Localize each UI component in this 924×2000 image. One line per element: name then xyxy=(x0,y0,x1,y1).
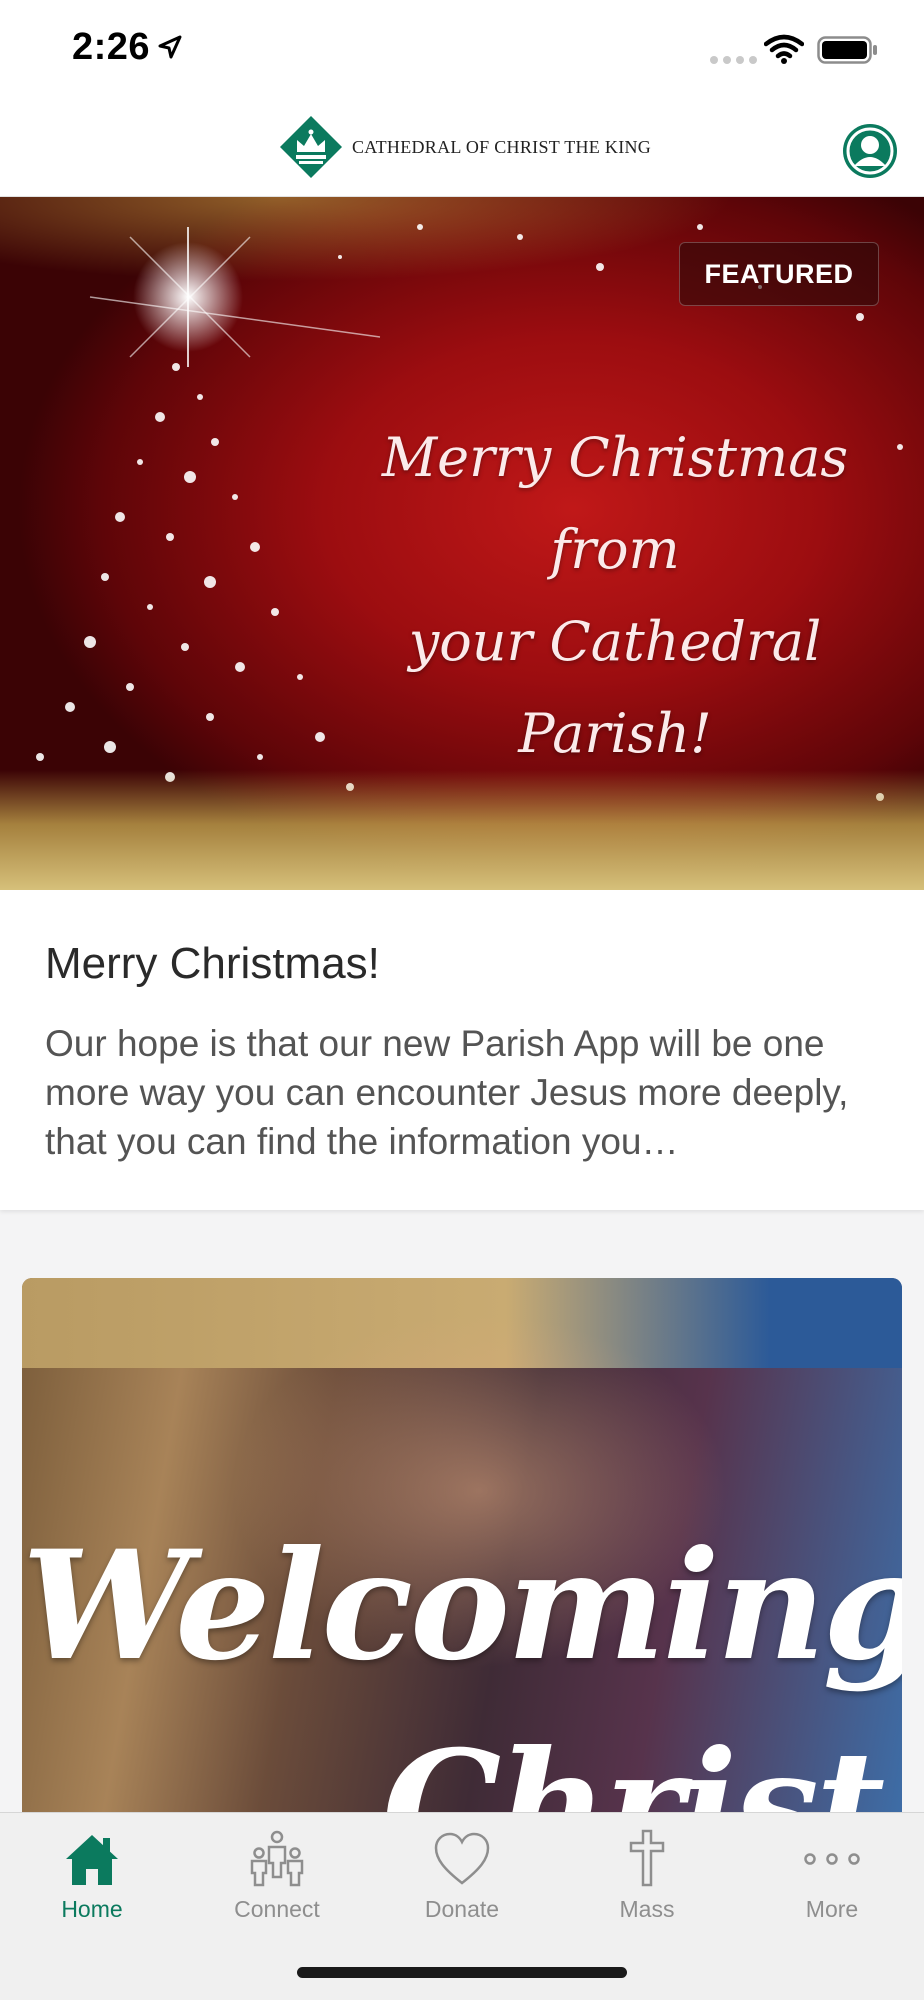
card-image-text-1: Welcoming xyxy=(22,1518,902,1694)
tab-more[interactable]: More xyxy=(740,1813,924,1933)
location-arrow-icon xyxy=(158,35,182,59)
status-time: 2:26 xyxy=(72,26,151,68)
logo-text: CATHEDRAL OF CHRIST THE KING xyxy=(352,136,652,157)
tab-home-label: Home xyxy=(61,1896,123,1922)
battery-icon xyxy=(817,36,877,64)
crown-diamond-icon xyxy=(280,116,342,178)
status-bar: 2:26 xyxy=(0,0,924,100)
featured-post-card[interactable]: FEATURED Merry Christmas from your Cathe… xyxy=(0,197,924,1210)
home-icon xyxy=(66,1835,118,1885)
featured-badge: FEATURED xyxy=(679,242,879,306)
app-screen: 2:26 CATHEDRAL OF CHRIST THE KING FEATUR… xyxy=(0,0,924,2000)
tab-home[interactable]: Home xyxy=(0,1813,184,1933)
tab-mass[interactable]: Mass xyxy=(555,1813,739,1933)
tab-donate-label: Donate xyxy=(424,1896,500,1922)
tab-connect[interactable]: Connect xyxy=(185,1813,369,1933)
tab-mass-label: Mass xyxy=(619,1896,675,1922)
hero-script-text: Merry Christmas from your Cathedral Pari… xyxy=(320,412,910,780)
more-icon xyxy=(804,1853,860,1865)
post-title: Merry Christmas! xyxy=(45,939,380,988)
profile-button[interactable] xyxy=(843,124,897,178)
welcoming-christ-card[interactable]: Welcoming Christ xyxy=(22,1278,902,1838)
featured-hero-image: FEATURED Merry Christmas from your Cathe… xyxy=(0,197,924,890)
wifi-icon xyxy=(764,34,804,64)
app-header: CATHEDRAL OF CHRIST THE KING xyxy=(0,100,924,197)
cellular-signal-icon xyxy=(710,56,757,64)
people-icon xyxy=(250,1830,304,1887)
user-icon xyxy=(846,127,894,175)
tab-more-label: More xyxy=(805,1896,859,1922)
hero-line-1: Merry Christmas from xyxy=(381,426,849,581)
tab-donate[interactable]: Donate xyxy=(370,1813,554,1933)
hero-line-2: your Cathedral Parish! xyxy=(408,610,822,765)
tab-connect-label: Connect xyxy=(234,1896,320,1922)
post-description: Our hope is that our new Parish App will… xyxy=(45,1023,849,1162)
heart-icon xyxy=(434,1832,490,1885)
cross-icon xyxy=(629,1829,665,1887)
home-indicator[interactable] xyxy=(297,1967,627,1978)
parish-logo[interactable]: CATHEDRAL OF CHRIST THE KING xyxy=(278,114,651,180)
